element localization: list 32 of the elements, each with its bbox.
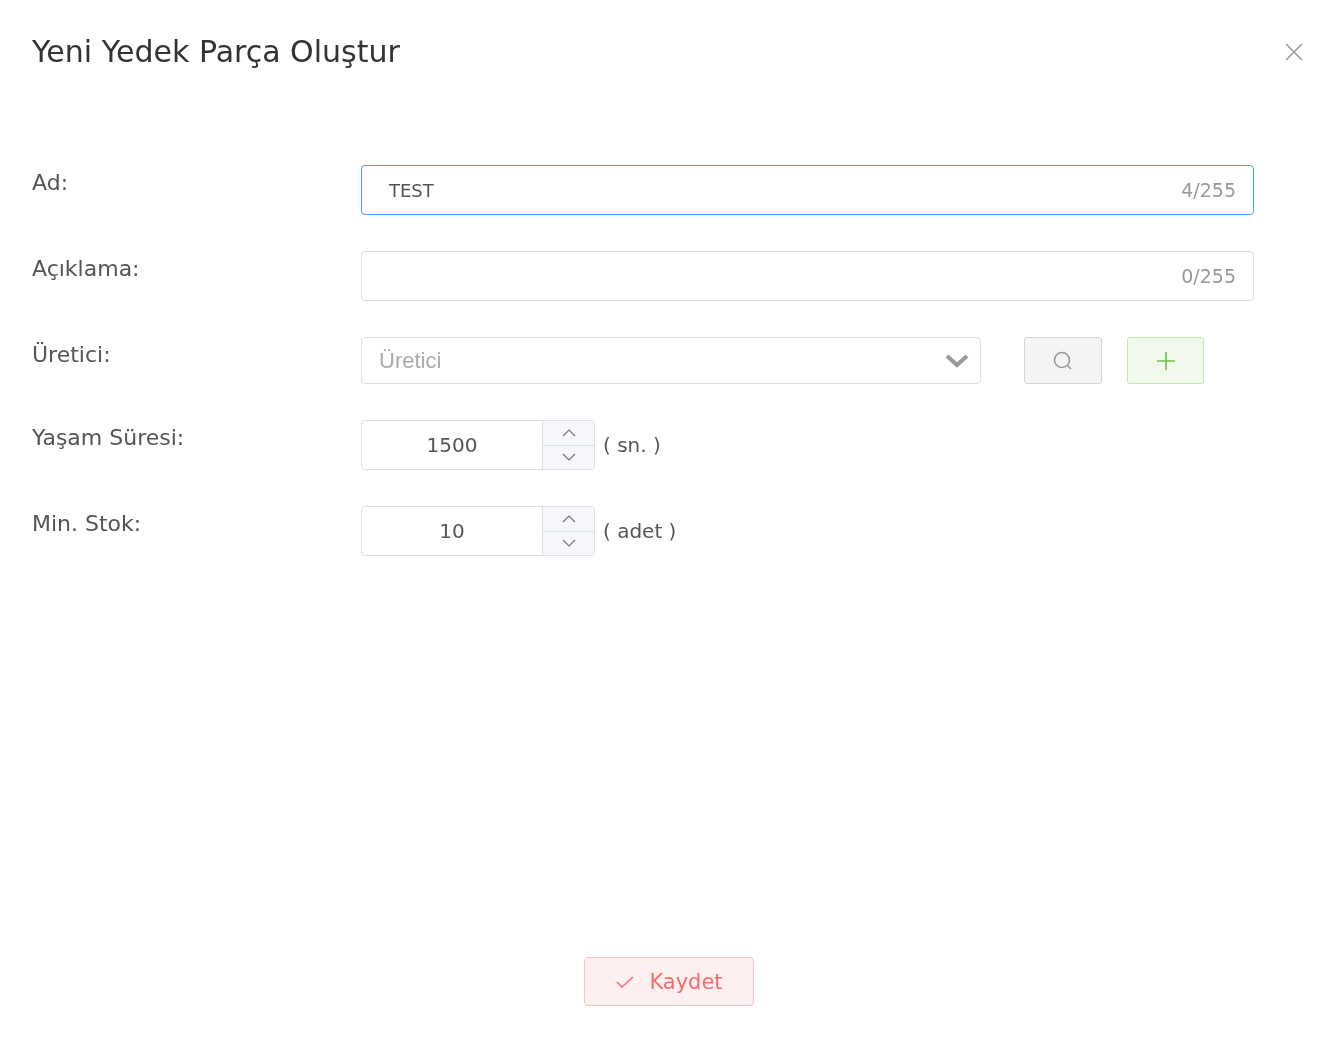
text-field[interactable]: TEST 4/255	[361, 165, 1254, 215]
chevron-down-icon	[944, 352, 970, 369]
decrement-button[interactable]	[543, 530, 594, 555]
plus-icon	[1155, 350, 1176, 371]
add-button[interactable]	[1127, 337, 1204, 384]
chevron-down-icon	[561, 539, 576, 548]
number-field[interactable]: 1500	[361, 420, 595, 470]
field-label: Açıklama:	[32, 255, 141, 283]
character-counter: 0/255	[1181, 265, 1236, 287]
increment-button[interactable]	[543, 421, 594, 445]
search-icon	[1052, 349, 1074, 372]
unit-label: ( adet )	[603, 519, 677, 543]
field-label: Üretici:	[32, 341, 112, 369]
field-label: Ad:	[32, 169, 70, 197]
decrement-button[interactable]	[543, 444, 594, 469]
search-button[interactable]	[1024, 337, 1102, 384]
dialog-title: Yeni Yedek Parça Oluştur	[32, 33, 400, 71]
field-value: 1500	[426, 433, 478, 457]
placeholder-text: Üretici	[379, 347, 443, 374]
chevron-down-icon	[561, 453, 576, 462]
number-field[interactable]: 10	[361, 506, 595, 556]
field-label: Yaşam Süresi:	[32, 424, 186, 452]
field-value: TEST	[389, 179, 435, 201]
increment-button[interactable]	[543, 507, 594, 531]
chevron-up-icon	[561, 428, 576, 437]
close-icon[interactable]	[1284, 42, 1304, 62]
character-counter: 4/255	[1181, 179, 1236, 201]
check-icon	[615, 973, 636, 990]
chevron-up-icon	[561, 514, 576, 523]
field-label: Min. Stok:	[32, 510, 143, 538]
field-value: 10	[439, 519, 465, 543]
unit-label: ( sn. )	[603, 433, 661, 457]
